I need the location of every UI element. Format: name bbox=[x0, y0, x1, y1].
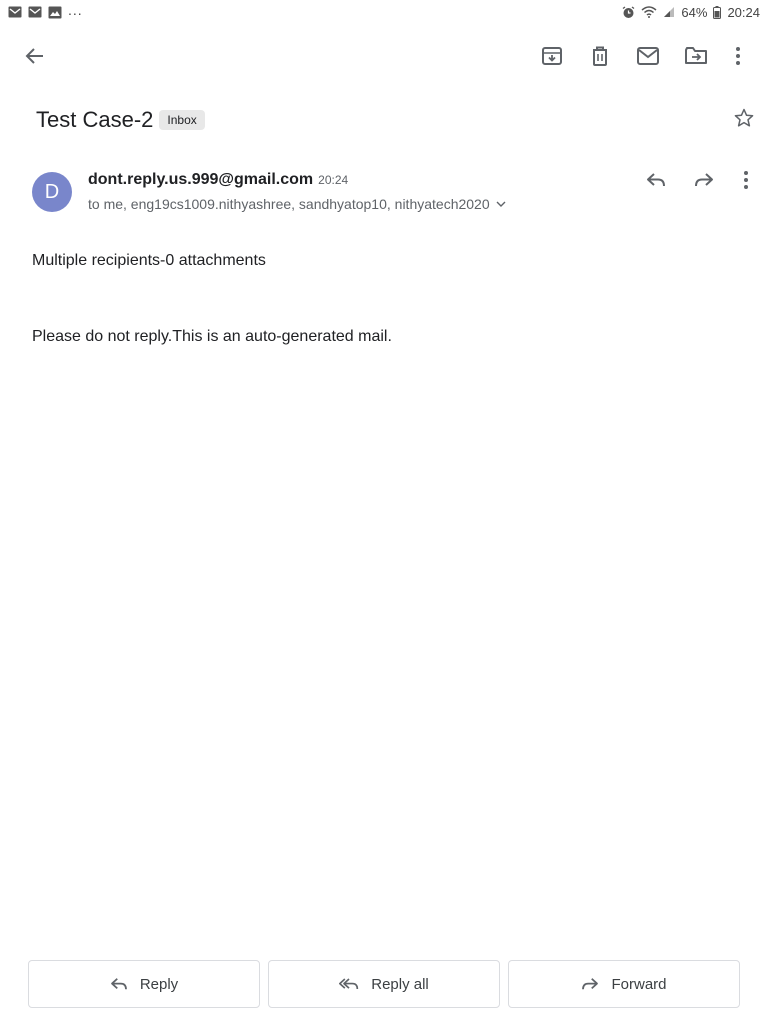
message-reply-button[interactable] bbox=[634, 158, 678, 202]
top-app-bar bbox=[0, 32, 768, 80]
move-to-icon bbox=[685, 47, 707, 64]
move-to-button[interactable] bbox=[672, 32, 720, 80]
forward-label: Forward bbox=[611, 975, 667, 993]
email-subject: Test Case-2 bbox=[36, 107, 154, 132]
chevron-down-icon bbox=[496, 201, 506, 207]
reply-all-icon bbox=[339, 978, 359, 990]
forward-icon bbox=[582, 978, 599, 990]
inbox-label-chip[interactable]: Inbox bbox=[159, 110, 205, 130]
gmail-notification-icon bbox=[28, 6, 42, 18]
forward-icon bbox=[695, 173, 713, 187]
sender-email: dont.reply.us.999@gmail.com bbox=[88, 171, 314, 188]
sender-line: dont.reply.us.999@gmail.com 20:24 bbox=[88, 171, 348, 189]
signal-icon bbox=[663, 6, 675, 18]
gallery-notification-icon bbox=[48, 6, 62, 19]
message-time: 20:24 bbox=[318, 173, 349, 187]
body-text-line: Please do not reply.This is an auto-gene… bbox=[32, 328, 392, 345]
reply-icon bbox=[647, 173, 665, 187]
more-vert-icon bbox=[736, 47, 740, 65]
battery-percentage: 64% bbox=[681, 4, 708, 20]
reply-all-label: Reply all bbox=[371, 975, 429, 993]
alarm-icon bbox=[622, 5, 635, 19]
more-vert-icon bbox=[744, 171, 748, 189]
delete-button[interactable] bbox=[576, 32, 624, 80]
status-bar: ... 64% 20:24 bbox=[0, 0, 768, 24]
message-more-button[interactable] bbox=[724, 158, 768, 202]
status-left: ... bbox=[8, 2, 83, 19]
gmail-notification-icon bbox=[8, 6, 22, 18]
archive-button[interactable] bbox=[528, 32, 576, 80]
avatar-initial: D bbox=[44, 180, 60, 203]
sender-avatar[interactable]: D bbox=[32, 172, 72, 212]
message-forward-button[interactable] bbox=[682, 158, 726, 202]
recipients-details-toggle[interactable]: to me, eng19cs1009.nithyashree, sandhyat… bbox=[88, 196, 506, 212]
status-time: 20:24 bbox=[727, 4, 760, 20]
reply-button[interactable]: Reply bbox=[28, 960, 260, 1008]
star-button[interactable] bbox=[722, 96, 766, 140]
more-options-button[interactable] bbox=[714, 32, 762, 80]
mark-unread-button[interactable] bbox=[624, 32, 672, 80]
mark-unread-icon bbox=[637, 47, 659, 65]
back-button[interactable] bbox=[11, 32, 59, 80]
delete-icon bbox=[593, 46, 607, 66]
star-icon bbox=[734, 108, 754, 127]
recipients-text: to me, eng19cs1009.nithyashree, sandhyat… bbox=[88, 196, 490, 212]
status-right: 64% 20:24 bbox=[622, 5, 760, 20]
reply-icon bbox=[110, 978, 127, 990]
archive-icon bbox=[542, 47, 562, 65]
subject-row: Test Case-2 Inbox bbox=[36, 104, 205, 136]
reply-label: Reply bbox=[139, 975, 179, 993]
battery-icon bbox=[713, 5, 722, 19]
body-text-line: Multiple recipients-0 attachments bbox=[32, 252, 266, 269]
reply-all-button[interactable]: Reply all bbox=[268, 960, 500, 1008]
wifi-icon bbox=[641, 6, 657, 18]
more-notifications-indicator: ... bbox=[68, 2, 83, 18]
forward-button[interactable]: Forward bbox=[508, 960, 740, 1008]
back-arrow-icon bbox=[25, 48, 43, 64]
